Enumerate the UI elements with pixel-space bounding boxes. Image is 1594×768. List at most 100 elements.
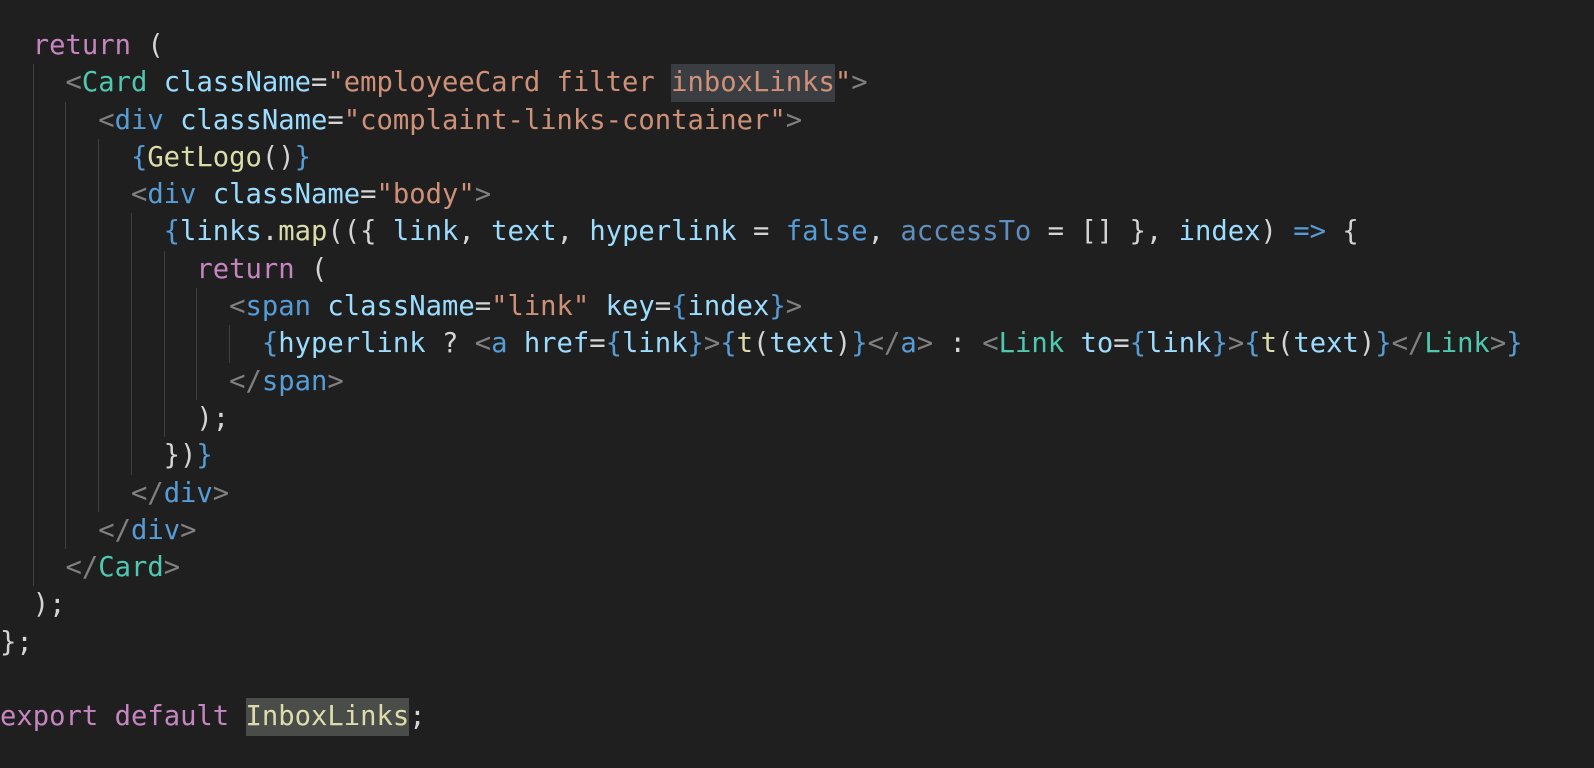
code-token: Card <box>81 67 148 99</box>
code-token: = [] }, <box>1031 216 1179 248</box>
code-token: }; <box>0 626 33 658</box>
indent-guide <box>33 251 66 288</box>
indent-guide <box>131 213 164 250</box>
indent-guide <box>33 102 66 139</box>
code-token: > <box>474 179 492 211</box>
code-token: t <box>1260 328 1277 360</box>
code-token: "link" <box>491 291 590 323</box>
code-token: { <box>261 328 279 360</box>
indent-guide <box>65 437 98 474</box>
indent-guide <box>65 288 98 325</box>
code-editor[interactable]: return (< Card className = "employeeCard fi… <box>0 27 1523 736</box>
indent-guide <box>0 549 33 586</box>
code-line[interactable]: ); <box>0 400 1523 437</box>
indent-guide <box>131 437 164 474</box>
indent-guide <box>65 176 98 213</box>
code-token: < <box>65 67 82 99</box>
indent-guide <box>33 325 66 362</box>
code-token: ( <box>1276 328 1294 360</box>
code-token: < <box>229 291 246 323</box>
code-token: </ <box>65 552 99 584</box>
code-line[interactable]: {hyperlink ? < a href ={link} >{t(text)} </a… <box>0 325 1523 362</box>
indent-guide <box>0 400 33 437</box>
indent-guide <box>98 288 131 325</box>
code-token: default <box>114 701 230 733</box>
indent-guide <box>98 437 131 474</box>
indent-guide <box>229 325 262 362</box>
code-line[interactable]: </span > <box>0 363 1523 400</box>
code-token: = <box>327 104 344 136</box>
indent-guide <box>65 363 98 400</box>
code-token: } <box>1375 328 1392 360</box>
code-token: a <box>491 328 508 360</box>
indent-guide <box>0 437 33 474</box>
code-line[interactable]: < div className = "body" > <box>0 176 1523 213</box>
code-line[interactable]: return ( <box>0 251 1523 288</box>
indent-guide <box>33 176 66 213</box>
code-line[interactable]: export default InboxLinks; <box>0 698 1523 736</box>
code-token: { <box>1325 216 1359 248</box>
code-token: accessTo <box>900 216 1032 248</box>
code-line[interactable]: </div > <box>0 512 1523 549</box>
code-token: => <box>1293 216 1326 248</box>
code-token: div <box>114 104 164 136</box>
code-token: map <box>278 216 328 248</box>
indent-guide <box>0 64 33 101</box>
code-line[interactable]: {links. map(({ link, text, hyperlink = fa… <box>0 213 1523 250</box>
code-token: index <box>1178 216 1261 248</box>
indent-guide <box>0 139 33 176</box>
code-line[interactable]: < div className = "complaint-links-containe… <box>0 102 1523 139</box>
indent-guide <box>65 325 98 362</box>
indent-guide <box>0 251 33 288</box>
code-token: className <box>327 291 475 323</box>
code-token: = <box>589 328 606 360</box>
code-token: Link <box>998 328 1065 360</box>
code-token: } <box>687 328 704 360</box>
code-line[interactable]: ); <box>0 586 1523 623</box>
code-line[interactable]: })} <box>0 437 1523 474</box>
indent-guide <box>65 139 98 176</box>
code-line[interactable]: < Card className = "employeeCard filter inb… <box>0 64 1523 102</box>
code-token: index <box>687 291 770 323</box>
indent-guide <box>0 213 33 250</box>
code-token: > <box>703 328 721 360</box>
code-token: (({ <box>327 216 393 248</box>
code-line[interactable]: < span className = "link" key ={index} > <box>0 288 1523 325</box>
indent-guide <box>131 288 164 325</box>
indent-guide <box>33 549 66 586</box>
indent-guide <box>65 251 98 288</box>
code-token: { <box>163 216 181 248</box>
indent-guide <box>196 325 229 362</box>
code-token: > <box>212 477 230 509</box>
code-token: span <box>261 365 328 397</box>
code-token: to <box>1080 328 1114 360</box>
code-line[interactable] <box>0 661 1523 698</box>
code-line[interactable]: return ( <box>0 27 1523 64</box>
code-line[interactable]: </Card > <box>0 549 1523 586</box>
code-token: ( <box>130 30 164 61</box>
indent-guide <box>65 102 98 139</box>
code-token: > <box>1489 328 1507 360</box>
code-token: div <box>147 179 197 211</box>
code-token: </ <box>867 328 901 360</box>
code-line[interactable]: {GetLogo()} <box>0 139 1523 176</box>
code-token: </ <box>130 477 164 509</box>
code-token: = <box>360 179 377 211</box>
code-token: div <box>130 514 181 546</box>
code-token: className <box>212 179 361 211</box>
code-token: "employeeCard filter <box>327 67 672 99</box>
code-token: > <box>785 291 803 323</box>
code-line[interactable]: </div > <box>0 475 1523 512</box>
indent-guide <box>33 363 66 400</box>
code-line[interactable]: }; <box>0 624 1523 661</box>
indent-guide <box>98 251 131 288</box>
code-token: "complaint-links-container" <box>343 104 786 136</box>
code-token: ) <box>1358 328 1376 360</box>
code-token: = <box>654 291 672 323</box>
indent-guide <box>33 64 66 101</box>
